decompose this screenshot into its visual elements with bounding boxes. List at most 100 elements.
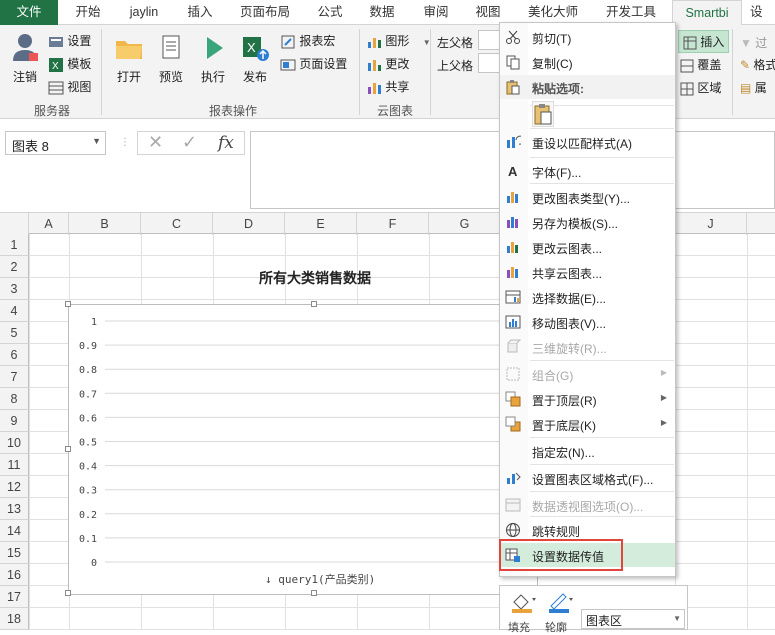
rotate-3d-icon [505,339,522,355]
context-menu-item[interactable]: 另存为模板(S)... [500,210,675,234]
column-header[interactable]: B [69,213,141,235]
context-menu-item[interactable]: 移动图表(V)... [500,310,675,334]
cancel-icon[interactable]: ✕ [148,132,163,153]
resize-handle[interactable] [311,590,317,596]
tab-file[interactable]: 文件 [0,0,58,25]
outline-button[interactable]: 轮廓 [545,590,575,635]
confirm-icon[interactable]: ✓ [182,132,197,153]
y-tick-label: 0.6 [79,413,97,424]
template-button[interactable]: X 模板 [48,55,91,73]
tab-page-layout[interactable]: 页面布局 [230,0,300,25]
paste-icon [505,79,521,95]
column-header[interactable]: D [213,213,285,235]
chevron-down-icon[interactable]: ▼ [92,136,101,146]
context-menu-item[interactable]: 复制(C) [500,50,675,74]
row-header[interactable]: 11 [0,454,29,476]
chart-element-select[interactable]: 图表区 ▼ [581,609,685,629]
y-tick-label: 0.3 [79,486,97,497]
tab-settings[interactable]: 设 [750,0,775,25]
context-menu-item[interactable]: 重设以匹配样式(A) [500,130,675,154]
paste-option-button[interactable] [532,101,554,127]
execute-button[interactable]: 执行 [194,31,232,85]
tab-insert[interactable]: 插入 [172,0,228,25]
name-box[interactable]: 图表 8 ▼ [5,131,106,155]
row-header[interactable]: 3 [0,278,29,300]
column-header[interactable]: G [429,213,501,235]
row-header[interactable]: 7 [0,366,29,388]
report-macro-button[interactable]: 报表宏 [280,32,335,50]
tab-review[interactable]: 审阅 [410,0,462,25]
tab-formulas[interactable]: 公式 [302,0,358,25]
shape-button[interactable]: 图形 ▼ [366,32,431,50]
row-header[interactable]: 12 [0,476,29,498]
open-button[interactable]: 打开 [110,31,148,85]
context-menu-item[interactable]: A 字体(F)... [500,159,675,183]
row-header[interactable]: 15 [0,542,29,564]
resize-handle[interactable] [65,301,71,307]
row-header[interactable]: 17 [0,586,29,608]
filter-button[interactable]: ▼ 过 [740,34,767,51]
function-icon[interactable]: fx [218,133,234,153]
resize-handle[interactable] [311,301,317,307]
tab-home[interactable]: 开始 [60,0,116,25]
context-menu-item[interactable]: 共享云图表... [500,260,675,284]
page-setup-button[interactable]: 页面设置 [280,55,347,73]
font-icon: A [505,163,521,179]
row-header[interactable]: 9 [0,410,29,432]
logout-button[interactable]: 注销 [8,31,42,85]
pivot-icon [505,497,521,513]
scissors-icon [505,29,521,45]
settings-button[interactable]: 设置 [48,32,91,50]
change-button[interactable]: 更改 [366,55,409,73]
row-header[interactable]: 16 [0,564,29,586]
top-parent-input[interactable] [478,53,500,73]
group-label-report: 报表操作 [208,104,257,118]
chevron-right-icon: ▶ [660,368,667,377]
select-all-corner[interactable] [0,213,29,235]
row-header[interactable]: 2 [0,256,29,278]
column-header[interactable]: J [675,213,747,235]
cover-mode-button[interactable]: 覆盖 [680,56,721,73]
publish-button[interactable]: X 发布 [236,31,274,85]
column-header[interactable]: F [357,213,429,235]
context-menu-item[interactable]: 设置图表区域格式(F)... [500,466,675,490]
row-header[interactable]: 4 [0,300,29,322]
context-menu-item[interactable]: 更改云图表... [500,235,675,259]
resize-handle[interactable] [65,446,71,452]
context-menu-item[interactable]: 选择数据(E)... [500,285,675,309]
tab-smartbi[interactable]: Smartbi [672,0,742,25]
tab-jaylin[interactable]: jaylin [116,0,172,25]
share-button[interactable]: 共享 [366,78,409,96]
format-button[interactable]: ✎ 格式 [740,56,775,73]
column-header[interactable]: A [29,213,69,235]
context-menu-item[interactable]: 更改图表类型(Y)... [500,185,675,209]
context-menu-item[interactable]: 置于底层(K) ▶ [500,412,675,436]
fill-button[interactable]: 填充 [508,590,538,635]
column-header[interactable]: E [285,213,357,235]
preview-label: 预览 [158,70,183,84]
region-mode-button[interactable]: 区域 [680,79,721,96]
row-header[interactable]: 18 [0,608,29,630]
context-menu-item[interactable]: 指定宏(N)... [500,439,675,463]
region-icon [680,82,694,96]
context-menu-item[interactable]: 剪切(T) [500,25,675,49]
row-header[interactable]: 14 [0,520,29,542]
resize-handle[interactable] [65,590,71,596]
menu-separator [530,360,674,361]
row-header[interactable]: 5 [0,322,29,344]
attr-button[interactable]: ▤ 属 [740,79,767,96]
row-header[interactable]: 10 [0,432,29,454]
row-header[interactable]: 1 [0,234,29,256]
context-menu-item[interactable]: 粘贴选项: [500,75,675,99]
insert-mode-button[interactable]: 插入 [678,30,730,53]
context-menu-item[interactable]: 置于顶层(R) ▶ [500,387,675,411]
column-header[interactable]: C [141,213,213,235]
row-header[interactable]: 6 [0,344,29,366]
preview-button[interactable]: 预览 [152,31,190,85]
view-button[interactable]: 视图 [48,78,91,96]
chart-area[interactable]: 1 0.9 0.8 0.7 0.6 0.5 0.4 0.3 0.2 0.1 0 ↓ query1(产… [65,301,538,596]
row-header[interactable]: 8 [0,388,29,410]
row-header[interactable]: 13 [0,498,29,520]
tab-data[interactable]: 数据 [356,0,408,25]
left-parent-input[interactable] [478,30,500,50]
